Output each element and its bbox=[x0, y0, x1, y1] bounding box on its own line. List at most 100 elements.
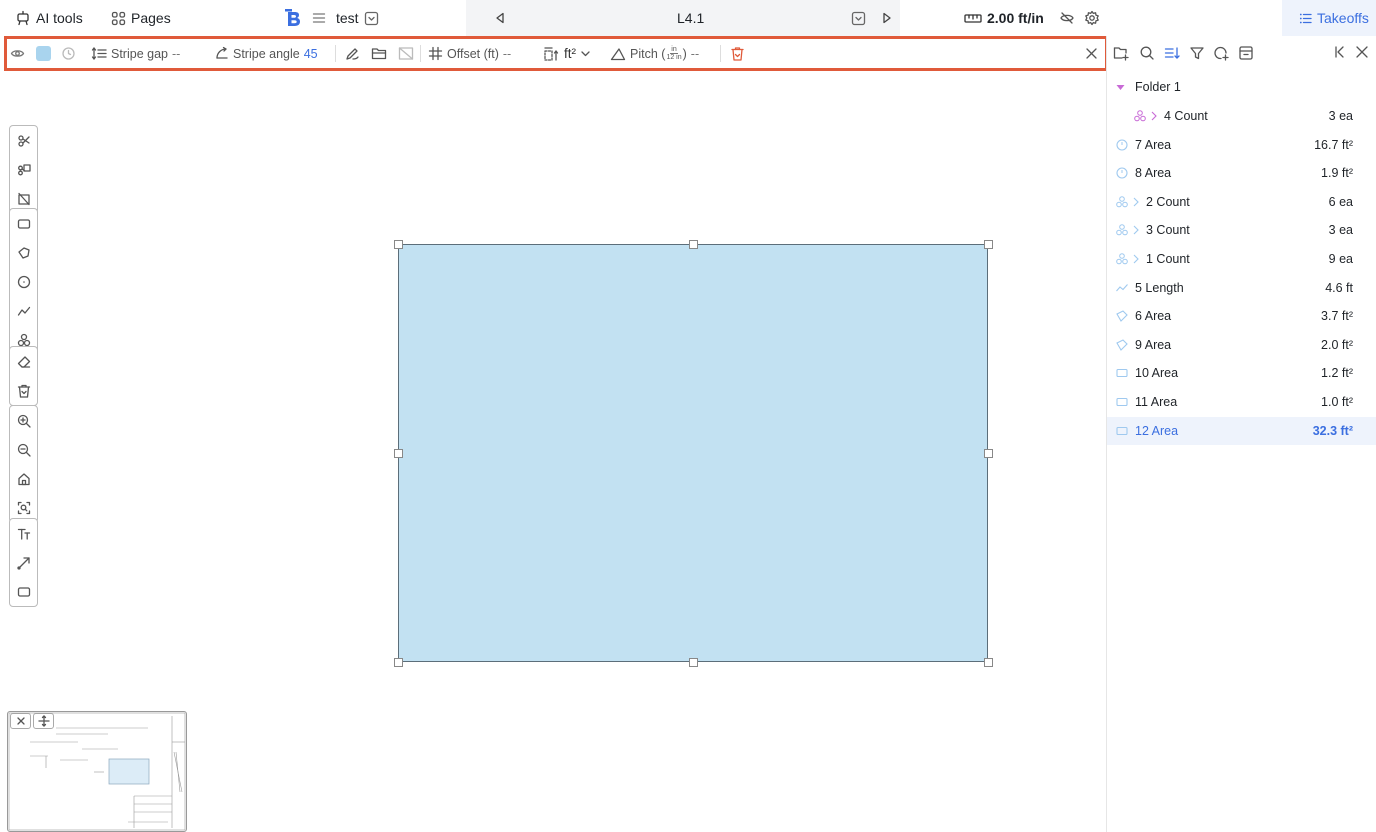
resize-handle[interactable] bbox=[983, 239, 993, 249]
next-page-button[interactable] bbox=[882, 0, 892, 36]
minimap-page-preview bbox=[8, 712, 186, 831]
resize-handle[interactable] bbox=[393, 657, 403, 667]
previous-page-button[interactable] bbox=[495, 0, 505, 36]
takeoff-value: 16.7 ft² bbox=[1314, 137, 1353, 152]
stripe-gap-control[interactable]: Stripe gap -- bbox=[91, 39, 180, 68]
fill-color-swatch[interactable] bbox=[36, 39, 51, 68]
takeoff-row[interactable]: 1 Count 9 ea bbox=[1107, 245, 1376, 273]
takeoff-row[interactable]: 4 Count 3 ea bbox=[1107, 102, 1376, 130]
new-folder-button[interactable] bbox=[1113, 45, 1130, 61]
count-icon bbox=[1116, 195, 1128, 208]
takeoff-row[interactable]: 7 Area 16.7 ft² bbox=[1107, 131, 1376, 159]
takeoff-row[interactable]: 8 Area 1.9 ft² bbox=[1107, 159, 1376, 187]
ai-tools-button[interactable]: AI tools bbox=[15, 0, 83, 36]
resize-handle[interactable] bbox=[983, 448, 993, 458]
pitch-value: -- bbox=[690, 46, 700, 61]
expand-chevron-icon[interactable] bbox=[1131, 224, 1141, 236]
resize-handle[interactable] bbox=[983, 657, 993, 667]
takeoffs-panel: Folder 1 4 Count 3 ea 7 Area 16.7 ft² 8 Area… bbox=[1106, 36, 1376, 832]
stripe-gap-icon bbox=[91, 47, 107, 60]
area-unit-icon bbox=[544, 46, 559, 61]
selected-area-shape[interactable] bbox=[398, 244, 988, 662]
takeoff-row[interactable]: 11 Area 1.0 ft² bbox=[1107, 388, 1376, 416]
circle-add-icon bbox=[1214, 46, 1229, 61]
edit-style-button[interactable] bbox=[344, 39, 360, 68]
takeoff-name: 12 Area bbox=[1135, 423, 1179, 438]
hide-fill-button[interactable] bbox=[398, 39, 414, 68]
scale-label: 2.00 ft/in bbox=[987, 10, 1044, 26]
takeoff-name: 5 Length bbox=[1135, 280, 1184, 295]
expand-chevron-icon[interactable] bbox=[1149, 110, 1159, 122]
eye-icon bbox=[10, 50, 25, 57]
takeoff-name: 3 Count bbox=[1146, 223, 1190, 238]
rect-area-icon bbox=[1116, 397, 1128, 407]
scale-button[interactable]: 2.00 ft/in bbox=[964, 0, 1044, 36]
history-button[interactable] bbox=[61, 39, 76, 68]
takeoff-row[interactable]: 2 Count 6 ea bbox=[1107, 188, 1376, 216]
sort-button[interactable] bbox=[1164, 45, 1180, 61]
toolbar-divider bbox=[420, 45, 421, 62]
move-to-folder-button[interactable] bbox=[371, 39, 388, 68]
rect-area-icon bbox=[1116, 426, 1128, 435]
polygon-area-icon bbox=[1116, 310, 1128, 323]
document-menu-button[interactable] bbox=[312, 0, 326, 36]
takeoffs-label: Takeoffs bbox=[1317, 10, 1369, 26]
top-bar: AI tools Pages test L4.1 2.00 ft/in Take… bbox=[0, 0, 1376, 36]
settings-button[interactable] bbox=[1084, 0, 1100, 36]
toggle-visibility-button[interactable] bbox=[1059, 0, 1075, 36]
takeoff-value: 3 ea bbox=[1328, 223, 1353, 238]
takeoff-row[interactable]: 6 Area 3.7 ft² bbox=[1107, 302, 1376, 330]
takeoff-row[interactable]: 3 Count 3 ea bbox=[1107, 216, 1376, 244]
takeoffs-tab[interactable]: Takeoffs bbox=[1282, 0, 1376, 36]
count-icon bbox=[1116, 253, 1128, 265]
offset-value: -- bbox=[502, 46, 512, 61]
takeoff-name: 8 Area bbox=[1135, 166, 1172, 181]
stripe-angle-control[interactable]: Stripe angle 45 bbox=[214, 39, 318, 68]
angle-icon bbox=[216, 46, 228, 59]
close-panel-button[interactable] bbox=[1355, 45, 1369, 59]
page-dropdown-button[interactable] bbox=[851, 0, 866, 36]
takeoff-row[interactable]: 9 Area 2.0 ft² bbox=[1107, 331, 1376, 359]
filter-button[interactable] bbox=[1189, 45, 1205, 61]
pitch-fraction-numerator: in bbox=[670, 46, 678, 54]
document-name[interactable]: test bbox=[336, 0, 379, 36]
offset-control[interactable]: Offset (ft) -- bbox=[428, 39, 511, 68]
export-button[interactable] bbox=[1238, 45, 1254, 61]
stripe-gap-value: -- bbox=[171, 46, 181, 61]
resize-handle[interactable] bbox=[393, 448, 403, 458]
expand-chevron-icon[interactable] bbox=[1131, 253, 1141, 265]
close-icon bbox=[1356, 46, 1368, 58]
takeoff-name: 1 Count bbox=[1146, 252, 1190, 266]
resize-handle[interactable] bbox=[688, 239, 698, 249]
takeoff-value: 3.7 ft² bbox=[1321, 309, 1353, 324]
resize-handle[interactable] bbox=[393, 239, 403, 249]
brand-logo-icon bbox=[285, 9, 300, 26]
minimap[interactable] bbox=[7, 711, 187, 832]
takeoff-row[interactable]: 12 Area 32.3 ft² bbox=[1107, 416, 1376, 445]
app-logo bbox=[284, 0, 302, 36]
collapse-panel-button[interactable] bbox=[1333, 45, 1347, 59]
rect-area-icon bbox=[1116, 369, 1128, 378]
pitch-control[interactable]: Pitch ( in 12 in ) -- bbox=[610, 39, 699, 68]
expand-chevron-icon[interactable] bbox=[1131, 196, 1141, 208]
length-icon bbox=[1116, 283, 1128, 291]
unit-selector[interactable]: ft² bbox=[543, 39, 591, 68]
delete-annotation-button[interactable] bbox=[730, 39, 745, 68]
search-button[interactable] bbox=[1139, 45, 1155, 61]
page-name[interactable]: L4.1 bbox=[677, 0, 704, 36]
folder-row[interactable]: Folder 1 bbox=[1107, 73, 1376, 101]
pitch-label: Pitch ( in 12 in ) bbox=[630, 46, 687, 61]
circle-area-icon bbox=[1116, 139, 1128, 151]
takeoff-row[interactable]: 10 Area 1.2 ft² bbox=[1107, 359, 1376, 387]
visibility-toggle[interactable] bbox=[10, 39, 25, 68]
stripe-gap-label: Stripe gap bbox=[111, 46, 168, 61]
takeoff-value: 2.0 ft² bbox=[1321, 337, 1353, 352]
pitch-fraction-denominator: 12 in bbox=[666, 54, 682, 61]
takeoff-row[interactable]: 5 Length 4.6 ft bbox=[1107, 274, 1376, 302]
pages-button[interactable]: Pages bbox=[111, 0, 171, 36]
add-takeoff-button[interactable] bbox=[1213, 45, 1229, 61]
close-toolbar-button[interactable] bbox=[1085, 39, 1098, 68]
takeoff-name: 9 Area bbox=[1135, 337, 1172, 352]
resize-handle[interactable] bbox=[688, 657, 698, 667]
ai-tools-label: AI tools bbox=[36, 10, 83, 26]
